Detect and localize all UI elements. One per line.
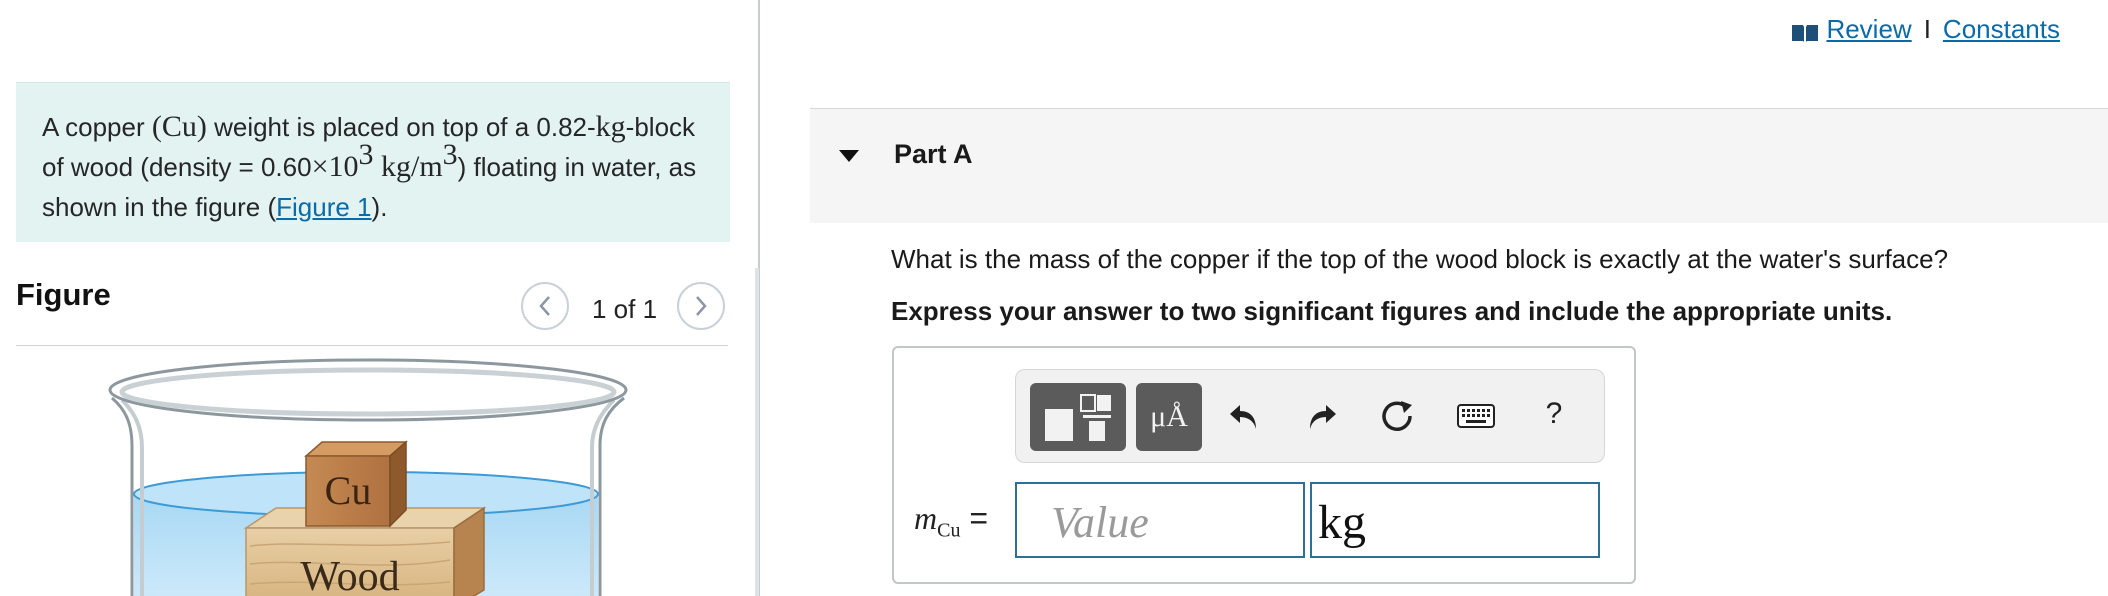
beaker-figure: Cu Wood [108,358,628,596]
constants-link[interactable]: Constants [1943,14,2060,45]
reset-button[interactable] [1378,396,1418,436]
undo-icon [1230,405,1256,429]
chevron-left-icon [539,296,550,316]
density-power-base: 10 [328,150,359,183]
caret-down-icon[interactable] [838,149,860,163]
reset-icon [1382,401,1412,431]
mass-subscript: Cu [937,519,961,542]
wood-label: Wood [300,554,399,596]
copper-block-top [304,441,408,457]
copper-symbol: (Cu) [151,110,207,143]
templates-icon [1045,394,1111,441]
book-icon [1792,24,1819,42]
question-text: What is the mass of the copper if the to… [891,244,1949,274]
instruction-text: Express your answer to two significant f… [891,296,1893,326]
pane-resize-handle[interactable] [755,268,759,596]
copper-label: Cu [325,468,372,513]
answer-box: μÅ ? mCu = Value kg [892,346,1636,584]
help-button[interactable]: ? [1534,394,1574,434]
problem-text: weight is placed on top of a 0.82- [206,112,596,142]
density-unit: kg/m [373,150,443,183]
beaker-rim-inner [119,367,617,417]
chevron-right-icon [696,296,707,316]
figure-divider [16,345,728,346]
problem-statement: A copper (Cu) weight is placed on top of… [16,82,730,242]
problem-text: ). [371,192,388,222]
redo-icon [1310,405,1336,429]
copper-block-side [389,440,407,528]
part-a-header[interactable]: Part A [810,108,2108,223]
templates-button[interactable] [1030,383,1126,451]
mass-unit: kg [595,110,626,143]
link-separator: I [1923,14,1931,44]
answer-variable-label: mCu = [914,500,988,542]
symbols-button[interactable]: μÅ [1136,383,1202,451]
equals-sign: = [960,500,989,536]
undo-button[interactable] [1224,396,1264,436]
keyboard-button[interactable] [1456,396,1496,436]
beaker-left-wall [111,396,134,596]
density-exponent: 3 [358,138,374,172]
beaker-right-wall [598,396,625,596]
problem-text: A copper [42,112,152,142]
header-links: Review I Constants [1790,14,2060,45]
math-toolbar: μÅ ? [1015,369,1605,463]
review-link[interactable]: Review [1826,14,1911,45]
units-input[interactable] [1310,482,1600,558]
part-title: Part A [894,139,973,169]
value-input[interactable] [1015,482,1305,558]
previous-figure-button[interactable] [521,282,569,330]
left-pane: A copper (Cu) weight is placed on top of… [0,0,758,596]
figure-title: Figure [16,277,111,312]
times-sign: × [311,150,329,183]
figure-link[interactable]: Figure 1 [276,192,371,222]
next-figure-button[interactable] [677,282,725,330]
mass-symbol: m [914,500,938,536]
unit-exponent: 3 [442,138,458,172]
redo-button[interactable] [1302,396,1342,436]
keyboard-icon [1457,404,1495,428]
figure-counter: 1 of 1 [592,294,658,324]
